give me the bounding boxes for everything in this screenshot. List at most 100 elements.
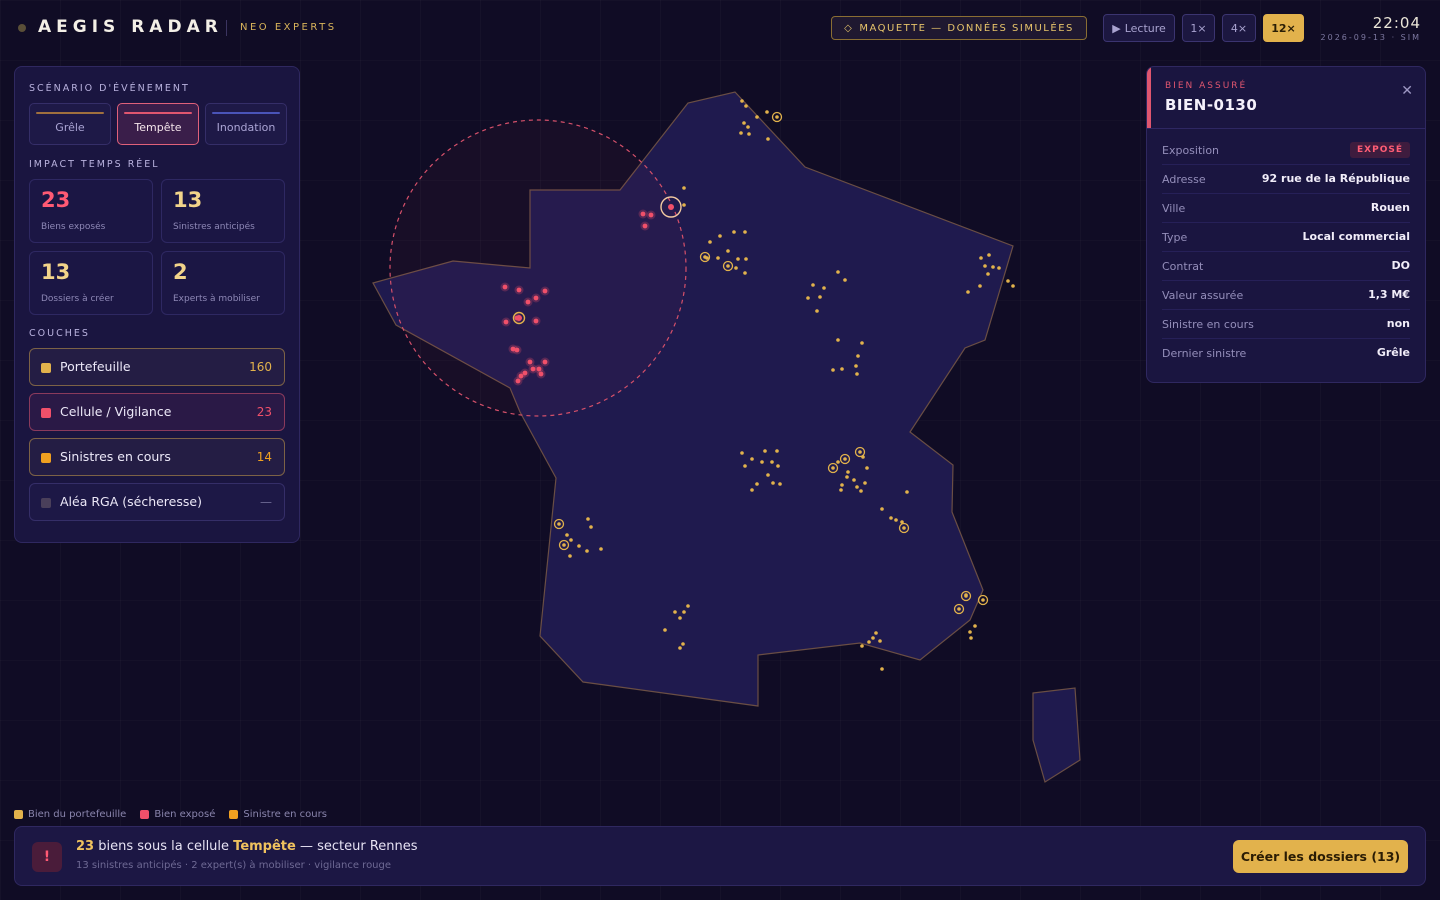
portfolio-marker[interactable]	[997, 266, 1001, 270]
claim-marker[interactable]	[703, 255, 707, 259]
portfolio-marker[interactable]	[854, 364, 858, 368]
close-icon[interactable]: ✕	[1401, 83, 1413, 99]
portfolio-marker[interactable]	[766, 137, 770, 141]
portfolio-marker[interactable]	[818, 295, 822, 299]
speed-12x-button[interactable]: 12×	[1263, 14, 1304, 42]
portfolio-marker[interactable]	[746, 125, 750, 129]
portfolio-marker[interactable]	[1006, 279, 1010, 283]
portfolio-marker[interactable]	[744, 104, 748, 108]
portfolio-marker[interactable]	[586, 517, 590, 521]
portfolio-marker[interactable]	[742, 121, 746, 125]
claim-marker[interactable]	[557, 522, 561, 526]
portfolio-marker[interactable]	[969, 636, 973, 640]
portfolio-marker[interactable]	[771, 481, 775, 485]
claim-marker[interactable]	[858, 450, 862, 454]
portfolio-marker[interactable]	[770, 460, 774, 464]
claim-marker[interactable]	[726, 264, 730, 268]
portfolio-marker[interactable]	[599, 547, 603, 551]
exposed-marker[interactable]	[648, 212, 654, 218]
layer-rga-toggle[interactable]: Aléa RGA (sécheresse) —	[29, 483, 285, 521]
exposed-marker[interactable]	[516, 287, 522, 293]
portfolio-marker[interactable]	[568, 554, 572, 558]
claim-marker[interactable]	[831, 466, 835, 470]
layer-cellule-toggle[interactable]: Cellule / Vigilance 23	[29, 393, 285, 431]
portfolio-marker[interactable]	[775, 449, 779, 453]
portfolio-marker[interactable]	[836, 338, 840, 342]
portfolio-marker[interactable]	[743, 464, 747, 468]
portfolio-marker[interactable]	[565, 533, 569, 537]
portfolio-marker[interactable]	[806, 296, 810, 300]
claim-marker[interactable]	[775, 115, 779, 119]
portfolio-marker[interactable]	[682, 203, 686, 207]
portfolio-marker[interactable]	[686, 604, 690, 608]
portfolio-marker[interactable]	[986, 272, 990, 276]
layer-portefeuille-toggle[interactable]: Portefeuille 160	[29, 348, 285, 386]
portfolio-marker[interactable]	[778, 482, 782, 486]
portfolio-marker[interactable]	[811, 283, 815, 287]
portfolio-marker[interactable]	[750, 488, 754, 492]
exposed-marker[interactable]	[538, 371, 544, 377]
exposed-marker[interactable]	[502, 284, 508, 290]
exposed-marker[interactable]	[515, 378, 521, 384]
portfolio-marker[interactable]	[678, 646, 682, 650]
portfolio-marker[interactable]	[589, 525, 593, 529]
speed-4x-button[interactable]: 4×	[1222, 14, 1256, 42]
portfolio-marker[interactable]	[726, 249, 730, 253]
portfolio-marker[interactable]	[736, 257, 740, 261]
portfolio-marker[interactable]	[740, 99, 744, 103]
portfolio-marker[interactable]	[744, 257, 748, 261]
portfolio-marker[interactable]	[973, 624, 977, 628]
exposed-marker[interactable]	[525, 299, 531, 305]
portfolio-marker[interactable]	[673, 610, 677, 614]
portfolio-marker[interactable]	[708, 240, 712, 244]
portfolio-marker[interactable]	[682, 610, 686, 614]
portfolio-marker[interactable]	[1011, 284, 1015, 288]
create-files-button[interactable]: Créer les dossiers (13)	[1233, 840, 1408, 873]
exposed-marker[interactable]	[542, 359, 548, 365]
portfolio-marker[interactable]	[894, 518, 898, 522]
exposed-marker[interactable]	[542, 288, 548, 294]
portfolio-marker[interactable]	[855, 372, 859, 376]
portfolio-marker[interactable]	[569, 538, 573, 542]
portfolio-marker[interactable]	[750, 457, 754, 461]
portfolio-marker[interactable]	[859, 489, 863, 493]
speed-1x-button[interactable]: 1×	[1182, 14, 1215, 42]
portfolio-marker[interactable]	[815, 309, 819, 313]
portfolio-marker[interactable]	[760, 460, 764, 464]
exposed-marker[interactable]	[530, 366, 536, 372]
portfolio-marker[interactable]	[836, 460, 840, 464]
portfolio-marker[interactable]	[843, 278, 847, 282]
portfolio-marker[interactable]	[979, 256, 983, 260]
portfolio-marker[interactable]	[585, 549, 589, 553]
portfolio-marker[interactable]	[865, 466, 869, 470]
exposed-marker[interactable]	[640, 211, 646, 217]
portfolio-marker[interactable]	[822, 286, 826, 290]
exposed-marker[interactable]	[522, 370, 528, 376]
claim-marker[interactable]	[957, 607, 961, 611]
claim-marker[interactable]	[981, 598, 985, 602]
portfolio-marker[interactable]	[716, 256, 720, 260]
scenario-grele-button[interactable]: Grêle	[29, 103, 111, 145]
portfolio-marker[interactable]	[880, 667, 884, 671]
portfolio-marker[interactable]	[755, 115, 759, 119]
portfolio-marker[interactable]	[905, 490, 909, 494]
portfolio-marker[interactable]	[840, 483, 844, 487]
portfolio-marker[interactable]	[836, 270, 840, 274]
portfolio-marker[interactable]	[863, 481, 867, 485]
portfolio-marker[interactable]	[678, 616, 682, 620]
portfolio-marker[interactable]	[743, 230, 747, 234]
portfolio-marker[interactable]	[718, 234, 722, 238]
portfolio-marker[interactable]	[845, 475, 849, 479]
portfolio-marker[interactable]	[755, 482, 759, 486]
claim-marker[interactable]	[843, 457, 847, 461]
portfolio-marker[interactable]	[860, 644, 864, 648]
portfolio-marker[interactable]	[776, 464, 780, 468]
portfolio-marker[interactable]	[740, 451, 744, 455]
exposed-marker[interactable]	[533, 295, 539, 301]
portfolio-marker[interactable]	[978, 284, 982, 288]
portfolio-marker[interactable]	[846, 470, 850, 474]
portfolio-marker[interactable]	[856, 354, 860, 358]
portfolio-marker[interactable]	[765, 110, 769, 114]
exposed-marker[interactable]	[514, 347, 520, 353]
exposed-marker[interactable]	[668, 204, 674, 210]
